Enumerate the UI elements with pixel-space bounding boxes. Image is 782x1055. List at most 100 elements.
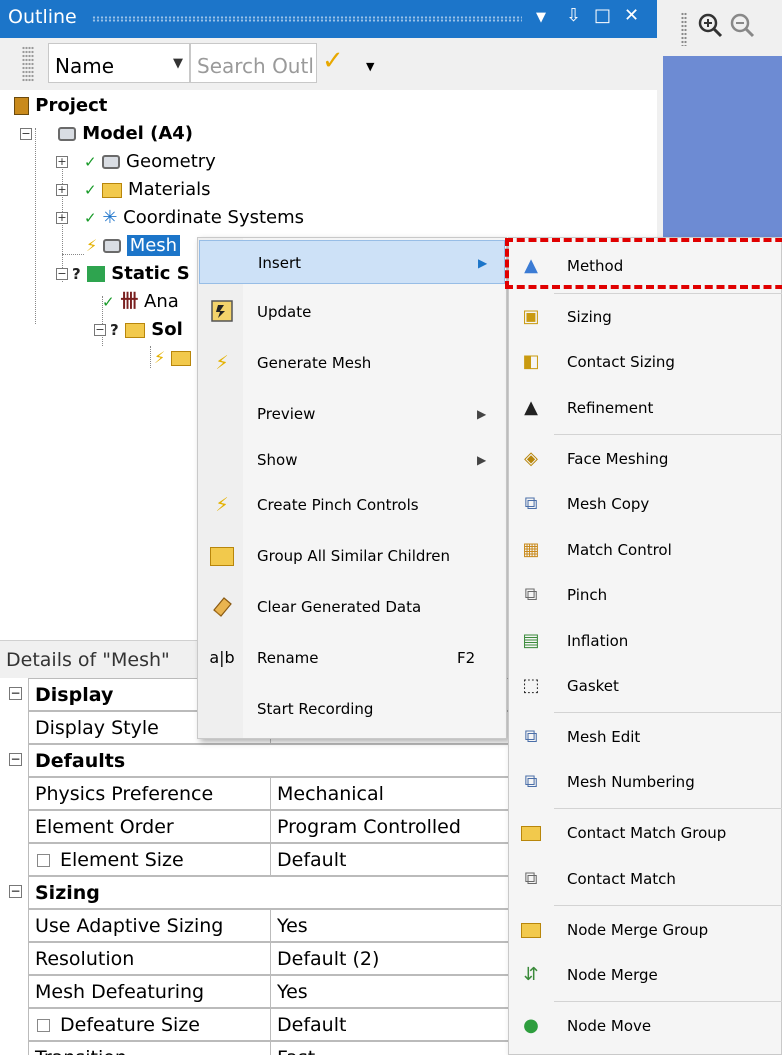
menu-item-rename[interactable]: a|b Rename F2 <box>199 636 505 680</box>
submenu-item-contact-match[interactable]: ⧉ Contact Match <box>509 857 782 901</box>
expand-icon[interactable]: + <box>56 156 68 168</box>
property-row[interactable]: Element Order Program Controlled <box>0 810 510 843</box>
property-row[interactable]: Transition Fast <box>0 1041 510 1055</box>
menu-item-update[interactable]: Update <box>199 290 505 334</box>
property-value[interactable]: Yes <box>270 909 510 942</box>
zoom-out-icon[interactable] <box>729 12 755 44</box>
menu-item-insert[interactable]: Insert ▶ <box>199 240 505 284</box>
submenu-item-mesh-numbering[interactable]: ⧉ Mesh Numbering <box>509 760 782 804</box>
tree-node-project[interactable]: Project <box>14 92 107 120</box>
submenu-item-contact-match-group[interactable]: Contact Match Group <box>509 811 782 855</box>
close-icon[interactable]: ✕ <box>624 5 639 26</box>
menu-item-label: Contact Match Group <box>567 824 727 842</box>
zoom-in-icon[interactable] <box>697 12 723 44</box>
menu-item-generate-mesh[interactable]: ⚡ Generate Mesh <box>199 341 505 385</box>
collapse-icon[interactable]: − <box>56 268 68 280</box>
search-input[interactable]: Search Outl <box>190 43 317 83</box>
title-grip[interactable] <box>92 16 522 22</box>
model-icon <box>58 127 76 141</box>
checkmark-icon: ✓ <box>102 293 115 311</box>
shortcut-label: F2 <box>457 649 476 667</box>
property-row[interactable]: Element Size Default <box>0 843 510 876</box>
submenu-item-node-merge[interactable]: ⇵ Node Merge <box>509 953 782 997</box>
submenu-item-node-move[interactable]: ● Node Move <box>509 1004 782 1048</box>
tree-node-label: Ana <box>144 291 179 312</box>
tree-node-solution-information[interactable]: ⚡ <box>154 344 191 372</box>
eraser-icon <box>209 594 235 620</box>
filter-dropdown-icon[interactable]: ▼ <box>366 60 374 73</box>
menu-item-label: Node Merge <box>567 966 658 984</box>
parameter-checkbox[interactable] <box>37 854 50 867</box>
submenu-item-mesh-edit[interactable]: ⧉ Mesh Edit <box>509 715 782 759</box>
menu-item-group-similar[interactable]: Group All Similar Children <box>199 534 505 578</box>
submenu-item-sizing[interactable]: ▣ Sizing <box>509 295 782 339</box>
property-row[interactable]: Defeature Size Default <box>0 1008 510 1041</box>
tree-node-coordinate-systems[interactable]: ✓ ✳ Coordinate Systems <box>84 204 304 232</box>
property-row[interactable]: Mesh Defeaturing Yes <box>0 975 510 1008</box>
tree-node-geometry[interactable]: ✓ Geometry <box>84 148 216 176</box>
menu-item-preview[interactable]: Preview ▶ <box>199 392 505 436</box>
tree-node-analysis-settings[interactable]: ✓ 卌 Ana <box>102 288 179 316</box>
expand-icon[interactable]: + <box>56 184 68 196</box>
submenu-item-node-merge-group[interactable]: Node Merge Group <box>509 908 782 952</box>
property-value[interactable]: Default (2) <box>270 942 510 975</box>
analysis-settings-icon: 卌 <box>120 291 139 312</box>
menu-item-label: Contact Match <box>567 870 676 888</box>
submenu-item-match-control[interactable]: ▦ Match Control <box>509 528 782 572</box>
expand-icon[interactable]: + <box>56 212 68 224</box>
node-merge-group-icon <box>517 917 545 943</box>
collapse-icon[interactable]: − <box>9 885 22 898</box>
filter-type-select[interactable]: Name ▼ <box>48 43 190 83</box>
toolbar-grip[interactable] <box>22 46 34 82</box>
submenu-item-gasket[interactable]: ⬚ Gasket <box>509 664 782 708</box>
pin-icon[interactable]: ⇩ <box>566 5 581 26</box>
menu-separator <box>554 434 782 435</box>
tree-node-solution[interactable]: ? Sol <box>110 316 183 344</box>
collapse-icon[interactable]: − <box>9 753 22 766</box>
mesh-icon <box>102 239 121 253</box>
materials-icon <box>102 182 123 198</box>
menu-item-start-recording[interactable]: Start Recording <box>199 687 505 731</box>
menu-item-show[interactable]: Show ▶ <box>199 438 505 482</box>
property-value[interactable]: Yes <box>270 975 510 1008</box>
property-label: Physics Preference <box>28 777 271 810</box>
submenu-item-mesh-copy[interactable]: ⧉ Mesh Copy <box>509 482 782 526</box>
property-row[interactable]: Physics Preference Mechanical <box>0 777 510 810</box>
menu-item-label: Gasket <box>567 677 619 695</box>
submenu-item-face-meshing[interactable]: ◈ Face Meshing <box>509 437 782 481</box>
category-row-defaults[interactable]: − Defaults <box>0 744 510 777</box>
menu-item-clear-generated-data[interactable]: Clear Generated Data <box>199 585 505 629</box>
menu-item-label: Node Merge Group <box>567 921 709 939</box>
submenu-arrow-icon: ▶ <box>477 407 487 421</box>
property-row[interactable]: Resolution Default (2) <box>0 942 510 975</box>
gasket-icon: ⬚ <box>522 675 540 696</box>
maximize-icon[interactable]: □ <box>594 5 611 26</box>
submenu-item-pinch[interactable]: ⧉ Pinch <box>509 573 782 617</box>
tree-node-static-structural[interactable]: ? Static S <box>72 260 190 288</box>
tree-node-materials[interactable]: ✓ Materials <box>84 176 211 204</box>
category-row-sizing[interactable]: − Sizing <box>0 876 510 909</box>
parameter-checkbox[interactable] <box>37 1019 50 1032</box>
tree-node-mesh[interactable]: ⚡ Mesh <box>86 232 181 260</box>
collapse-icon[interactable]: − <box>20 128 32 140</box>
checkmark-icon: ✓ <box>84 181 97 199</box>
property-value[interactable]: Program Controlled <box>270 810 510 843</box>
property-value[interactable]: Mechanical <box>270 777 510 810</box>
submenu-item-inflation[interactable]: ▤ Inflation <box>509 619 782 663</box>
property-value[interactable]: Default <box>270 1008 510 1041</box>
tree-connector <box>150 346 151 368</box>
tree-node-model[interactable]: Model (A4) <box>58 120 193 148</box>
collapse-icon[interactable]: − <box>94 324 106 336</box>
property-row[interactable]: Use Adaptive Sizing Yes <box>0 909 510 942</box>
property-value[interactable]: Fast <box>270 1041 510 1055</box>
submenu-item-refinement[interactable]: ▲ Refinement <box>509 386 782 430</box>
property-value[interactable]: Default <box>270 843 510 876</box>
collapse-icon[interactable]: − <box>9 687 22 700</box>
menu-item-create-pinch-controls[interactable]: ⚡ Create Pinch Controls <box>199 483 505 527</box>
panel-menu-dropdown-icon[interactable]: ▼ <box>536 10 546 25</box>
menu-item-label: Insert <box>258 254 302 272</box>
menu-item-label: Clear Generated Data <box>257 598 422 616</box>
submenu-item-contact-sizing[interactable]: ◧ Contact Sizing <box>509 340 782 384</box>
filter-chevron-icon[interactable]: ✓ <box>322 46 344 76</box>
contact-sizing-icon: ◧ <box>522 351 540 372</box>
